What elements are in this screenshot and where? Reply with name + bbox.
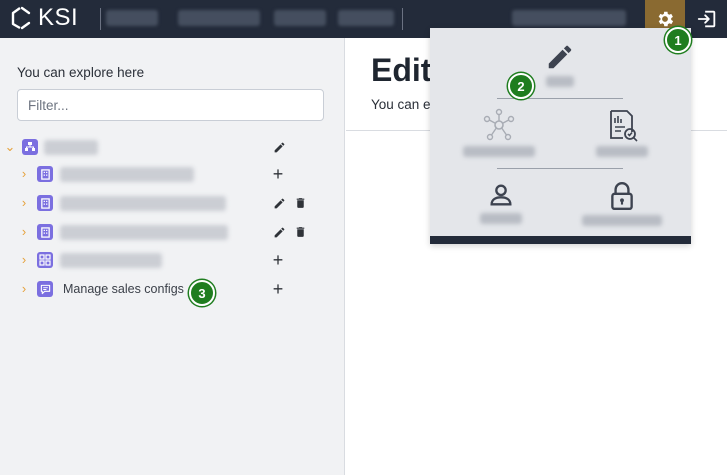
menu-item-label bbox=[463, 146, 535, 157]
add-button[interactable]: + bbox=[270, 251, 286, 269]
logo-icon bbox=[11, 6, 31, 30]
pencil-icon bbox=[548, 45, 572, 69]
settings-menu-security[interactable] bbox=[582, 181, 662, 226]
trash-icon bbox=[296, 198, 304, 208]
settings-menu bbox=[430, 28, 691, 244]
explore-label: You can explore here bbox=[17, 65, 145, 80]
edit-button[interactable] bbox=[271, 223, 287, 241]
page-title: Edit bbox=[371, 52, 432, 88]
grid-icon bbox=[37, 252, 53, 268]
chevron-right-icon[interactable]: › bbox=[18, 195, 30, 210]
tree-item-label bbox=[44, 140, 98, 155]
step-badge: 3 bbox=[189, 280, 215, 306]
filter-input[interactable] bbox=[17, 89, 324, 121]
building-icon bbox=[37, 166, 53, 182]
nav-divider bbox=[402, 8, 403, 30]
tree-item-manage-sales-configs[interactable]: › Manage sales configs + bbox=[0, 279, 345, 301]
lock-icon bbox=[611, 181, 633, 211]
settings-menu-report[interactable] bbox=[596, 108, 648, 157]
edit-button[interactable] bbox=[271, 138, 287, 156]
pencil-icon bbox=[274, 142, 284, 152]
app-logo[interactable]: KSI bbox=[8, 4, 78, 32]
settings-menu-network[interactable] bbox=[463, 108, 535, 157]
tree-item[interactable]: › + bbox=[0, 164, 345, 186]
settings-menu-edit[interactable] bbox=[536, 42, 584, 87]
step-badge: 1 bbox=[665, 27, 691, 53]
menu-item-label bbox=[582, 215, 662, 226]
nav-link[interactable] bbox=[178, 10, 260, 26]
gear-icon bbox=[658, 11, 674, 27]
building-icon bbox=[37, 195, 53, 211]
step-badge: 2 bbox=[508, 73, 534, 99]
delete-button[interactable] bbox=[292, 223, 308, 241]
menu-footer-bar bbox=[430, 236, 691, 244]
logout-icon bbox=[697, 10, 716, 28]
tree-item-label bbox=[60, 167, 194, 182]
logo-text: KSI bbox=[38, 4, 79, 31]
tree-item-label bbox=[60, 196, 226, 211]
chevron-right-icon[interactable]: › bbox=[18, 252, 30, 267]
settings-menu-users[interactable] bbox=[480, 181, 522, 224]
nav-divider bbox=[100, 8, 101, 30]
delete-button[interactable] bbox=[292, 194, 308, 212]
tree-item[interactable]: › bbox=[0, 222, 345, 244]
chevron-right-icon[interactable]: › bbox=[18, 281, 30, 296]
menu-separator bbox=[497, 168, 623, 169]
chevron-right-icon[interactable]: › bbox=[18, 224, 30, 239]
report-icon bbox=[610, 110, 638, 142]
chat-icon bbox=[37, 281, 53, 297]
user-name[interactable] bbox=[512, 10, 626, 26]
logout-button[interactable] bbox=[687, 0, 727, 38]
tree-item[interactable]: › bbox=[0, 193, 345, 215]
network-icon bbox=[483, 108, 515, 141]
chevron-right-icon[interactable]: › bbox=[18, 166, 30, 181]
nav-link[interactable] bbox=[106, 10, 158, 26]
menu-item-label bbox=[480, 213, 522, 224]
edit-button[interactable] bbox=[271, 194, 287, 212]
page-subtitle: You can e bbox=[371, 97, 431, 112]
tree-item-label bbox=[60, 225, 228, 240]
menu-item-label bbox=[596, 146, 648, 157]
tree-item[interactable]: › + bbox=[0, 250, 345, 272]
tree-item-label bbox=[60, 253, 162, 268]
nav-link[interactable] bbox=[274, 10, 326, 26]
menu-item-label bbox=[546, 76, 574, 87]
add-button[interactable]: + bbox=[270, 165, 286, 183]
user-icon bbox=[490, 184, 512, 206]
explorer-panel: You can explore here ⌄ › + › bbox=[0, 38, 345, 475]
nav-link[interactable] bbox=[338, 10, 394, 26]
chevron-down-icon[interactable]: ⌄ bbox=[4, 139, 16, 155]
org-icon bbox=[22, 139, 38, 155]
pencil-icon bbox=[274, 227, 284, 237]
building-icon bbox=[37, 224, 53, 240]
tree-item-label: Manage sales configs bbox=[63, 282, 184, 296]
pencil-icon bbox=[274, 198, 284, 208]
add-button[interactable]: + bbox=[270, 280, 286, 298]
tree-item-root[interactable]: ⌄ bbox=[0, 137, 345, 159]
trash-icon bbox=[296, 227, 304, 237]
